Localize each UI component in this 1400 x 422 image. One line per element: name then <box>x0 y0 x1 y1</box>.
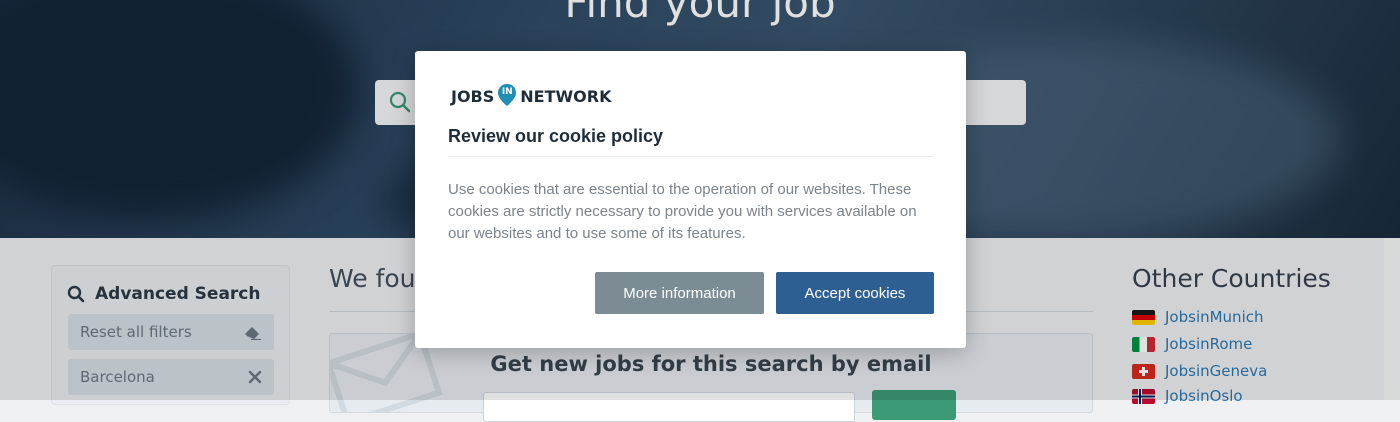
jobs-in-network-logo: JOBS IN NETWORK <box>451 84 611 108</box>
accept-cookies-button[interactable]: Accept cookies <box>776 272 934 314</box>
cookie-dialog-title: Review our cookie policy <box>448 126 664 146</box>
cookie-consent-dialog: JOBS IN NETWORK Review our cookie policy… <box>415 51 966 348</box>
cookie-dialog-text: Use cookies that are essential to the op… <box>448 181 917 242</box>
logo-text-jobs: JOBS <box>451 86 495 106</box>
logo-text-in: IN <box>501 87 513 97</box>
map-pin-icon: IN <box>497 83 517 107</box>
logo-text-network: NETWORK <box>520 86 612 106</box>
divider <box>448 156 934 157</box>
more-information-button[interactable]: More information <box>595 272 764 314</box>
